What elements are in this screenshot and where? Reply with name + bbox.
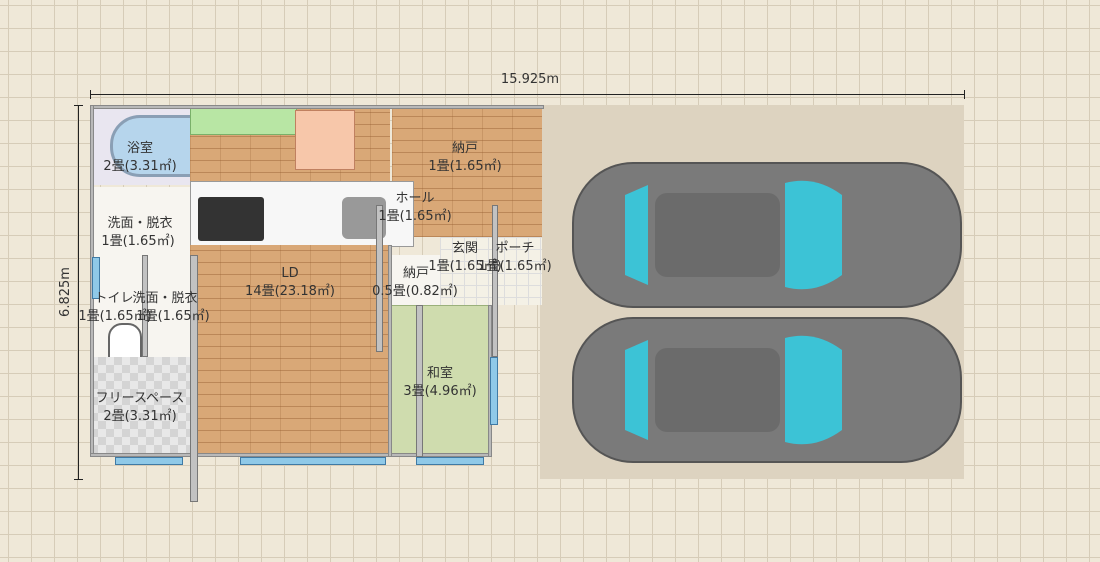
height-dimension-tick-bottom <box>74 479 83 480</box>
counter-green <box>190 105 297 135</box>
label-hall-size: 1畳(1.65㎡) <box>378 209 452 224</box>
label-washitsu-size: 3畳(4.96㎡) <box>403 384 477 399</box>
window-washitsu-right <box>490 357 498 425</box>
label-storage-lower-name: 納戸 <box>402 266 429 281</box>
width-dimension-label: 15.925m <box>500 72 560 87</box>
label-storage-upper-size: 1畳(1.65㎡) <box>428 159 502 174</box>
label-bath-size: 2畳(3.31㎡) <box>103 159 177 174</box>
label-porch-size: 1畳(1.65㎡) <box>478 259 552 274</box>
door-entrance-vertical[interactable] <box>492 205 498 357</box>
car-bottom <box>572 317 962 463</box>
window-bottom-washitsu <box>416 457 484 465</box>
label-free-space-size: 2畳(3.31㎡) <box>103 409 177 424</box>
label-washroom-lower-name: 洗面・脱衣 <box>132 291 198 306</box>
label-ld-size: 14畳(23.18㎡) <box>245 284 335 299</box>
label-ld-name: LD <box>281 266 299 281</box>
label-free-space-name: フリースペース <box>95 391 185 406</box>
width-dimension-tick-right <box>964 90 965 99</box>
label-hall-name: ホール <box>395 191 435 206</box>
label-bath-name: 浴室 <box>126 141 153 156</box>
label-storage-lower-size: 0.5畳(0.82㎡) <box>372 284 458 299</box>
label-washroom-upper-size: 1畳(1.65㎡) <box>101 234 175 249</box>
fridge <box>295 110 355 170</box>
window-bottom-left <box>115 457 183 465</box>
cooktop <box>198 197 264 241</box>
car-bottom-roof <box>655 348 780 432</box>
label-storage-upper-name: 納戸 <box>451 141 478 156</box>
width-dimension-line <box>90 94 964 95</box>
height-dimension-line <box>78 105 79 479</box>
label-washroom-lower-size: 1畳(1.65㎡) <box>136 309 210 324</box>
label-washroom-upper-name: 洗面・脱衣 <box>107 216 173 231</box>
car-top-windshield <box>785 180 842 290</box>
car-top-rear-window <box>625 185 648 285</box>
label-washitsu-name: 和室 <box>426 366 453 381</box>
window-bottom-ld <box>240 457 386 465</box>
height-dimension-tick-top <box>74 105 83 106</box>
width-dimension-tick-left <box>90 90 91 99</box>
car-top <box>572 162 962 308</box>
wall-top <box>90 105 544 109</box>
car-bottom-rear-window <box>625 340 648 440</box>
car-top-roof <box>655 193 780 277</box>
car-bottom-windshield <box>785 335 842 445</box>
label-porch-name: ポーチ <box>495 241 535 256</box>
